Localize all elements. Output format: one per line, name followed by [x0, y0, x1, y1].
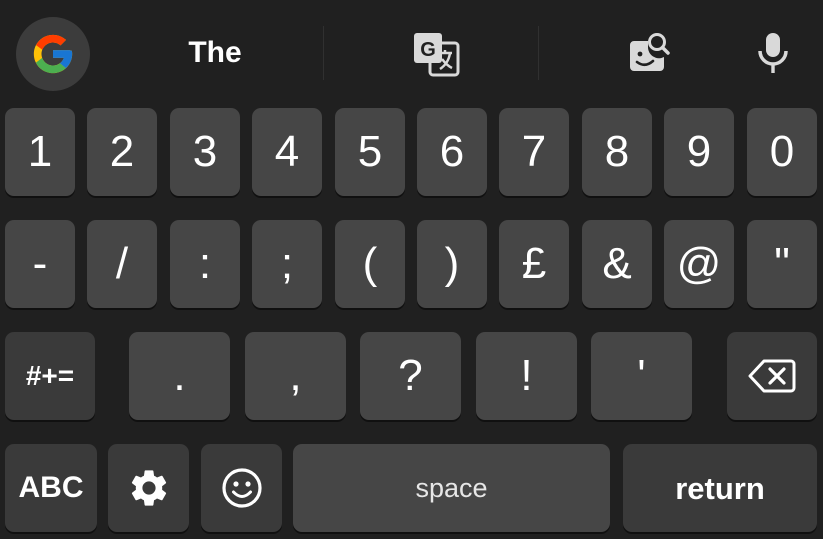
translate-button[interactable]: G — [410, 30, 462, 78]
key-label: ) — [444, 239, 460, 288]
key-label: 4 — [274, 127, 300, 176]
divider — [323, 26, 324, 80]
symbols-mode-key[interactable]: #+= — [5, 332, 95, 420]
key-ampersand[interactable]: & — [582, 220, 652, 308]
key-label: ABC — [18, 471, 84, 504]
key-label: 3 — [192, 127, 218, 176]
key-9[interactable]: 9 — [664, 108, 734, 196]
key-label: 0 — [769, 127, 795, 176]
key-label: @ — [676, 239, 722, 288]
space-key[interactable]: space — [293, 444, 610, 532]
key-double-quote[interactable]: " — [747, 220, 817, 308]
smiley-icon — [221, 468, 262, 508]
key-label: return — [675, 470, 765, 506]
gear-icon — [131, 470, 166, 506]
backspace-key[interactable] — [727, 332, 817, 420]
key-0[interactable]: 0 — [747, 108, 817, 196]
key-label: 1 — [27, 127, 53, 176]
key-label: #+= — [25, 360, 75, 391]
key-label: : — [198, 239, 212, 288]
suggestion-bar: The G — [0, 0, 823, 104]
word-suggestion[interactable]: The — [150, 30, 280, 76]
key-at[interactable]: @ — [664, 220, 734, 308]
key-close-paren[interactable]: ) — [417, 220, 487, 308]
key-label: 9 — [686, 127, 712, 176]
key-6[interactable]: 6 — [417, 108, 487, 196]
key-hyphen[interactable]: - — [5, 220, 75, 308]
key-label: / — [115, 239, 129, 288]
key-label: " — [774, 239, 790, 288]
microphone-icon — [758, 33, 788, 73]
abc-mode-key[interactable]: ABC — [5, 444, 97, 532]
key-colon[interactable]: : — [170, 220, 240, 308]
return-key[interactable]: return — [623, 444, 817, 532]
key-5[interactable]: 5 — [335, 108, 405, 196]
emoji-key[interactable] — [201, 444, 282, 532]
key-label: & — [602, 239, 632, 288]
key-period[interactable]: . — [129, 332, 230, 420]
key-exclamation[interactable]: ! — [476, 332, 577, 420]
key-label: ( — [362, 239, 378, 288]
key-label: 7 — [521, 127, 547, 176]
svg-text:G: G — [420, 39, 436, 61]
key-1[interactable]: 1 — [5, 108, 75, 196]
key-label: - — [32, 239, 48, 288]
key-label: . — [173, 351, 186, 400]
settings-key[interactable] — [108, 444, 189, 532]
key-label: ? — [398, 351, 423, 400]
key-label: ' — [637, 351, 646, 400]
sticker-search-icon — [630, 33, 670, 71]
key-label: 2 — [109, 127, 135, 176]
key-semicolon[interactable]: ; — [252, 220, 322, 308]
google-button[interactable] — [16, 17, 90, 91]
key-2[interactable]: 2 — [87, 108, 157, 196]
key-label: £ — [521, 239, 547, 288]
key-7[interactable]: 7 — [499, 108, 569, 196]
key-label: ; — [280, 239, 294, 288]
key-4[interactable]: 4 — [252, 108, 322, 196]
key-open-paren[interactable]: ( — [335, 220, 405, 308]
sticker-search-button[interactable] — [626, 30, 672, 76]
backspace-icon — [748, 359, 796, 393]
key-3[interactable]: 3 — [170, 108, 240, 196]
key-pound[interactable]: £ — [499, 220, 569, 308]
key-label: 8 — [604, 127, 630, 176]
key-label: , — [289, 351, 302, 400]
keyboard: The G 1 2 3 4 5 6 7 8 9 0 - /: ; () £ … — [0, 0, 823, 539]
key-comma[interactable]: , — [245, 332, 346, 420]
key-slash[interactable]: / — [87, 220, 157, 308]
key-8[interactable]: 8 — [582, 108, 652, 196]
voice-input-button[interactable] — [750, 30, 796, 76]
google-g-icon — [33, 34, 73, 74]
divider — [538, 26, 539, 80]
key-question[interactable]: ? — [360, 332, 461, 420]
key-label: ! — [520, 351, 533, 400]
key-label: 6 — [439, 127, 465, 176]
key-apostrophe[interactable]: ' — [591, 332, 692, 420]
key-label: space — [415, 472, 488, 503]
translate-icon: G — [414, 33, 460, 77]
key-label: 5 — [357, 127, 383, 176]
